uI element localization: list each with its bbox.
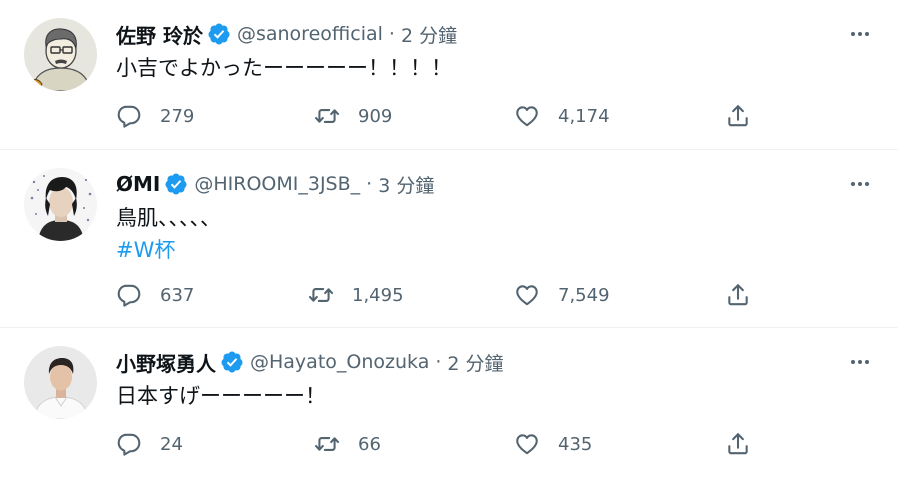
reply-count: 279	[160, 105, 195, 127]
like-button[interactable]: 4,174	[514, 101, 610, 131]
tweet-text: 鳥肌、、、、、 #W杯	[116, 202, 221, 266]
reply-icon	[116, 431, 142, 457]
display-name[interactable]: ØMI	[116, 172, 160, 196]
tweet-header: 佐野 玲於 @sanoreofficial · 2 分鐘	[116, 19, 457, 49]
heart-icon	[514, 103, 540, 129]
display-name[interactable]: 佐野 玲於	[116, 20, 203, 49]
timestamp[interactable]: 3 分鐘	[378, 171, 434, 198]
verified-badge-icon	[207, 22, 231, 46]
share-icon	[725, 431, 751, 457]
retweet-button[interactable]: 1,495	[308, 280, 404, 310]
retweet-count: 1,495	[352, 284, 404, 306]
retweet-count: 909	[358, 105, 393, 127]
tweet-feed: 佐野 玲於 @sanoreofficial · 2 分鐘 小吉でよかったーーーー…	[0, 0, 898, 480]
tweet-header: ØMI @HIROOMI_3JSB_ · 3 分鐘	[116, 169, 434, 199]
tweet-text: 日本すげーーーーー！	[116, 380, 326, 412]
timestamp[interactable]: 2 分鐘	[401, 21, 457, 48]
heart-icon	[514, 282, 540, 308]
retweet-icon	[308, 282, 334, 308]
avatar[interactable]	[24, 346, 97, 419]
separator-dot: ·	[435, 351, 442, 373]
hashtag-link[interactable]: #W杯	[116, 234, 221, 266]
verified-badge-icon	[164, 172, 188, 196]
tweet-body: 日本すげーーーーー！	[116, 384, 326, 408]
share-icon	[725, 282, 751, 308]
like-button[interactable]: 7,549	[514, 280, 610, 310]
portrait-avatar-icon	[24, 168, 97, 241]
tweet-header: 小野塚勇人 @Hayato_Onozuka · 2 分鐘	[116, 347, 504, 377]
timestamp[interactable]: 2 分鐘	[447, 349, 503, 376]
retweet-button[interactable]: 66	[314, 429, 381, 459]
share-button[interactable]	[725, 101, 751, 131]
photo-avatar-icon	[24, 346, 97, 419]
action-bar: 279 909 4,174	[116, 101, 756, 131]
verified-badge-icon	[220, 350, 244, 374]
share-icon	[725, 103, 751, 129]
retweet-icon	[314, 431, 340, 457]
more-button[interactable]	[846, 22, 874, 46]
reply-button[interactable]: 279	[116, 101, 194, 131]
like-count: 435	[558, 433, 593, 455]
display-name[interactable]: 小野塚勇人	[116, 348, 216, 377]
reply-count: 637	[160, 284, 195, 306]
share-button[interactable]	[725, 280, 751, 310]
more-button[interactable]	[846, 172, 874, 196]
action-bar: 24 66 435	[116, 429, 756, 459]
separator-dot: ·	[366, 173, 373, 195]
tweet-text: 小吉でよかったーーーーー！！！！	[116, 52, 452, 84]
more-button[interactable]	[846, 350, 874, 374]
like-count: 4,174	[558, 105, 610, 127]
handle[interactable]: @HIROOMI_3JSB_	[194, 173, 360, 195]
reply-icon	[116, 103, 142, 129]
avatar[interactable]	[24, 168, 97, 241]
more-icon	[848, 350, 872, 374]
heart-icon	[514, 431, 540, 457]
tweet-body: 小吉でよかったーーーーー！！！！	[116, 56, 452, 80]
reply-button[interactable]: 24	[116, 429, 183, 459]
retweet-icon	[314, 103, 340, 129]
retweet-button[interactable]: 909	[314, 101, 392, 131]
reply-count: 24	[160, 433, 183, 455]
cartoon-avatar-icon	[24, 18, 97, 91]
more-icon	[848, 22, 872, 46]
like-count: 7,549	[558, 284, 610, 306]
more-icon	[848, 172, 872, 196]
tweet[interactable]: 小野塚勇人 @Hayato_Onozuka · 2 分鐘 日本すげーーーーー！ …	[0, 328, 898, 480]
action-bar: 637 1,495 7,549	[116, 280, 756, 310]
like-button[interactable]: 435	[514, 429, 592, 459]
tweet-body: 鳥肌、、、、、	[116, 206, 221, 230]
handle[interactable]: @sanoreofficial	[237, 23, 383, 45]
reply-icon	[116, 282, 142, 308]
tweet[interactable]: 佐野 玲於 @sanoreofficial · 2 分鐘 小吉でよかったーーーー…	[0, 0, 898, 150]
share-button[interactable]	[725, 429, 751, 459]
retweet-count: 66	[358, 433, 381, 455]
tweet[interactable]: ØMI @HIROOMI_3JSB_ · 3 分鐘 鳥肌、、、、、 #W杯 63…	[0, 150, 898, 328]
separator-dot: ·	[388, 23, 395, 45]
avatar[interactable]	[24, 18, 97, 91]
reply-button[interactable]: 637	[116, 280, 194, 310]
handle[interactable]: @Hayato_Onozuka	[250, 351, 429, 373]
